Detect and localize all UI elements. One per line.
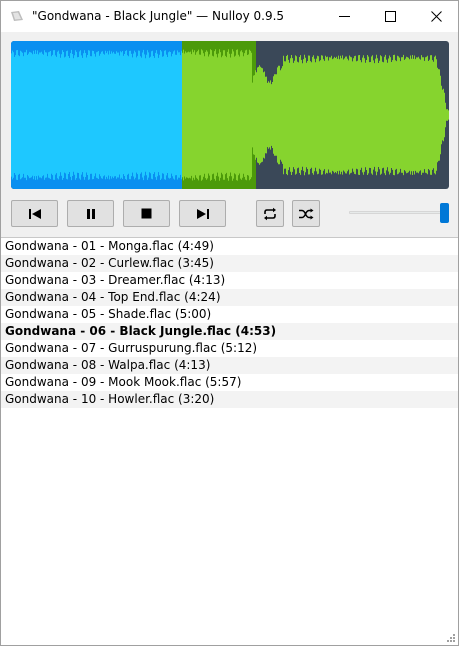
unplayed-waveform (182, 49, 449, 181)
previous-button[interactable] (11, 200, 58, 227)
skip-next-icon (196, 208, 209, 219)
minimize-button[interactable] (321, 1, 367, 32)
playlist-item[interactable]: Gondwana - 02 - Curlew.flac (3:45) (1, 255, 458, 272)
playlist-item[interactable]: Gondwana - 03 - Dreamer.flac (4:13) (1, 272, 458, 289)
waveform-seekbar[interactable] (11, 41, 449, 189)
waveform (11, 41, 449, 189)
stop-icon (141, 208, 152, 219)
volume-slider[interactable] (349, 203, 449, 223)
maximize-button[interactable] (367, 1, 413, 32)
repeat-icon (264, 207, 276, 220)
player-window: "Gondwana - Black Jungle" — Nulloy 0.9.5 (0, 0, 459, 646)
window-title: "Gondwana - Black Jungle" — Nulloy 0.9.5 (32, 9, 285, 23)
app-icon (11, 11, 23, 21)
minimize-icon (338, 16, 350, 17)
played-waveform (11, 49, 182, 181)
playlist-item[interactable]: Gondwana - 01 - Monga.flac (4:49) (1, 238, 458, 255)
playlist-item[interactable]: Gondwana - 04 - Top End.flac (4:24) (1, 289, 458, 306)
playlist-item[interactable]: Gondwana - 08 - Walpa.flac (4:13) (1, 357, 458, 374)
title-bar[interactable]: "Gondwana - Black Jungle" — Nulloy 0.9.5 (1, 1, 458, 32)
shuffle-icon (299, 208, 314, 219)
close-button[interactable] (413, 1, 459, 32)
skip-previous-icon (28, 208, 41, 219)
volume-thumb[interactable] (440, 203, 449, 223)
pause-button[interactable] (67, 200, 114, 227)
playlist-item[interactable]: Gondwana - 05 - Shade.flac (5:00) (1, 306, 458, 323)
maximize-icon (384, 11, 396, 22)
playlist-item-current[interactable]: Gondwana - 06 - Black Jungle.flac (4:53) (1, 323, 458, 340)
next-button[interactable] (179, 200, 226, 227)
resize-grip-icon[interactable] (446, 633, 456, 643)
playlist[interactable]: Gondwana - 01 - Monga.flac (4:49) Gondwan… (1, 237, 458, 645)
close-icon (430, 11, 442, 22)
volume-track (349, 211, 441, 214)
shuffle-button[interactable] (292, 200, 320, 227)
stop-button[interactable] (123, 200, 170, 227)
playlist-item[interactable]: Gondwana - 09 - Mook Mook.flac (5:57) (1, 374, 458, 391)
playlist-item[interactable]: Gondwana - 07 - Gurruspurung.flac (5:12) (1, 340, 458, 357)
playlist-item[interactable]: Gondwana - 10 - Howler.flac (3:20) (1, 391, 458, 408)
repeat-button[interactable] (256, 200, 284, 227)
pause-icon (86, 208, 95, 219)
